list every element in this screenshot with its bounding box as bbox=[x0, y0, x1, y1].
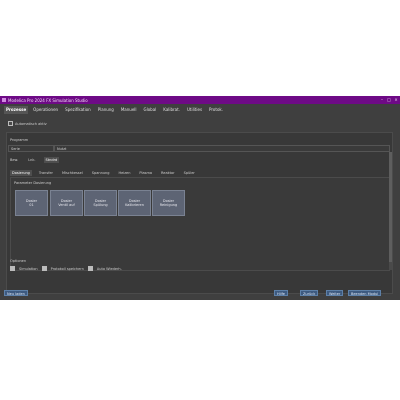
op-tile-5-line2: Reinigung bbox=[159, 203, 178, 207]
exit-module-button[interactable]: Beenden Modul bbox=[348, 290, 382, 296]
menu-item-global[interactable]: Global bbox=[142, 106, 159, 114]
menu-item-prozesse[interactable]: Prozesse bbox=[4, 106, 29, 114]
minimize-icon[interactable]: – bbox=[380, 97, 384, 102]
op-tile-4[interactable]: Dosier Kalibrieren bbox=[118, 190, 151, 216]
title-bar: Modelica Pro 2024 FX Simulation Studio –… bbox=[0, 96, 400, 104]
next-button[interactable]: Weiter bbox=[326, 290, 344, 296]
menu-item-planung[interactable]: Planung bbox=[96, 106, 116, 114]
menu-item-operationen[interactable]: Operationen bbox=[31, 106, 60, 114]
close-icon[interactable]: × bbox=[394, 97, 398, 102]
tab-step-spannung[interactable]: Spannung bbox=[90, 170, 112, 176]
menu-bar: Prozesse Operationen Spezifikation Planu… bbox=[0, 106, 228, 114]
auto-repeat-checkbox[interactable] bbox=[87, 266, 93, 271]
tab-step-reaktor[interactable]: Reaktor bbox=[159, 170, 177, 176]
op-tile-2-line2: Ventil auf bbox=[58, 203, 75, 207]
simulation-checkbox[interactable] bbox=[10, 266, 15, 271]
app-logo-icon bbox=[2, 98, 6, 102]
protocol-label: Protokoll speichern bbox=[50, 266, 84, 271]
tab-step-mischkessel[interactable]: Mischkessel bbox=[60, 170, 85, 176]
vertical-scrollbar[interactable] bbox=[389, 152, 392, 270]
op-tile-2[interactable]: Dosier Ventil auf bbox=[50, 190, 83, 216]
tab-stndrd[interactable]: Stndrd bbox=[43, 157, 60, 163]
auto-checkbox-label: Automatisch aktiv bbox=[15, 121, 47, 126]
protocol-checkbox[interactable] bbox=[41, 266, 47, 271]
options-row: Simulation Protokoll speichern Auto Wied… bbox=[10, 266, 122, 271]
program-group-label: Programm bbox=[10, 138, 29, 142]
operations-group-label: Parameter Dosierung bbox=[14, 181, 52, 185]
tab-lnk[interactable]: Lnk. bbox=[26, 157, 37, 163]
maximize-icon[interactable]: □ bbox=[387, 97, 391, 102]
op-tile-1[interactable]: Dosier 01 bbox=[15, 190, 48, 216]
auto-toggle[interactable]: Automatisch aktiv bbox=[8, 121, 47, 126]
simulation-label: Simulation bbox=[19, 266, 38, 271]
help-button[interactable]: Hilfe bbox=[274, 290, 288, 296]
program-name-field[interactable]: Nutzt bbox=[54, 145, 390, 152]
menu-item-utilities[interactable]: Utilities bbox=[185, 106, 204, 114]
op-tile-5[interactable]: Dosier Reinigung bbox=[152, 190, 185, 216]
reload-button[interactable]: Neu laden bbox=[4, 290, 28, 296]
menu-item-protok[interactable]: Protok. bbox=[207, 106, 225, 114]
application-window: Modelica Pro 2024 FX Simulation Studio –… bbox=[0, 96, 400, 300]
menu-item-kalibrat[interactable]: Kalibrat. bbox=[161, 106, 182, 114]
op-tile-4-line2: Kalibrieren bbox=[125, 203, 144, 207]
tab-bew[interactable]: Bew. bbox=[8, 157, 20, 163]
tab-step-dosierung[interactable]: Dosierung bbox=[10, 170, 32, 176]
menu-item-spezifikation[interactable]: Spezifikation bbox=[63, 106, 93, 114]
window-title: Modelica Pro 2024 FX Simulation Studio bbox=[8, 97, 88, 103]
sub-tabs: Bew. Lnk. Stndrd bbox=[8, 157, 60, 163]
step-tabs: Dosierung Transfer Mischkessel Spannung … bbox=[10, 170, 197, 176]
auto-repeat-label: Auto Wiederh. bbox=[96, 266, 122, 271]
menu-item-manuell[interactable]: Manuell bbox=[119, 106, 139, 114]
op-tile-3[interactable]: Dosier Spülung bbox=[84, 190, 117, 216]
tab-step-transfer[interactable]: Transfer bbox=[37, 170, 55, 176]
program-series-field[interactable]: Serie bbox=[8, 145, 54, 152]
back-button[interactable]: Zurück bbox=[300, 290, 319, 296]
auto-checkbox[interactable] bbox=[8, 121, 13, 126]
tab-step-spueler[interactable]: Spüler bbox=[182, 170, 197, 176]
op-tile-3-line2: Spülung bbox=[93, 203, 108, 207]
op-tile-1-line2: 01 bbox=[29, 203, 34, 207]
tab-step-plasma[interactable]: Plasma bbox=[137, 170, 154, 176]
options-group-label: Optionen bbox=[10, 259, 27, 263]
tab-step-heizen[interactable]: Heizen bbox=[116, 170, 132, 176]
scrollbar-thumb[interactable] bbox=[389, 152, 392, 262]
